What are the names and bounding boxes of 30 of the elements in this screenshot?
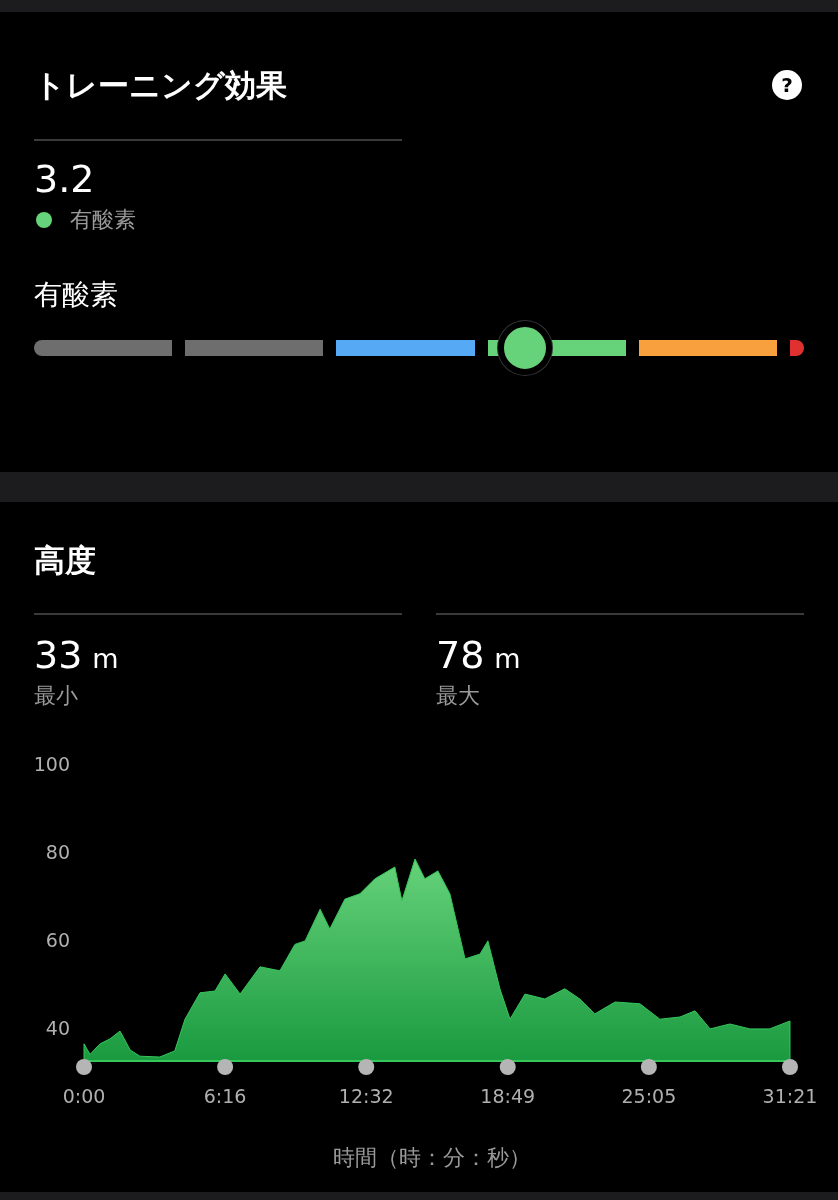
stat-unit: m (494, 643, 521, 674)
help-button[interactable]: ? (772, 70, 802, 100)
x-tick-label: 12:32 (338, 1085, 394, 1107)
y-tick-label: 80 (45, 841, 70, 863)
y-tick-label: 100 (33, 753, 70, 775)
section-title: 高度 (34, 541, 97, 580)
tick-dot (358, 1059, 375, 1075)
tick-dot (76, 1059, 92, 1075)
stat-value: 33 (34, 632, 83, 679)
x-axis-label: 時間（時：分：秒） (333, 1145, 531, 1170)
tick-dot (782, 1059, 798, 1075)
effect-value: 3.2 (34, 156, 96, 203)
x-tick-label: 18:49 (480, 1085, 536, 1107)
section-title: トレーニング効果 (34, 66, 287, 105)
x-tick-label: 31:21 (762, 1085, 818, 1107)
tick-dot (499, 1059, 516, 1075)
scale-label: 有酸素 (34, 277, 119, 313)
stat-label: 最大 (436, 682, 481, 710)
x-tick-label: 0:00 (62, 1085, 106, 1107)
x-tick-label: 6:16 (203, 1085, 247, 1107)
x-tick-label: 25:05 (621, 1085, 677, 1107)
y-tick-label: 60 (45, 929, 70, 951)
stat-unit: m (92, 643, 119, 674)
scale-thumb (498, 321, 553, 375)
y-tick-label: 40 (45, 1017, 70, 1039)
stat-value: 78 (436, 632, 485, 679)
stat-label: 最小 (34, 682, 79, 710)
tick-dot (640, 1059, 657, 1075)
effect-label: 有酸素 (70, 206, 136, 234)
tick-dot (217, 1059, 234, 1075)
